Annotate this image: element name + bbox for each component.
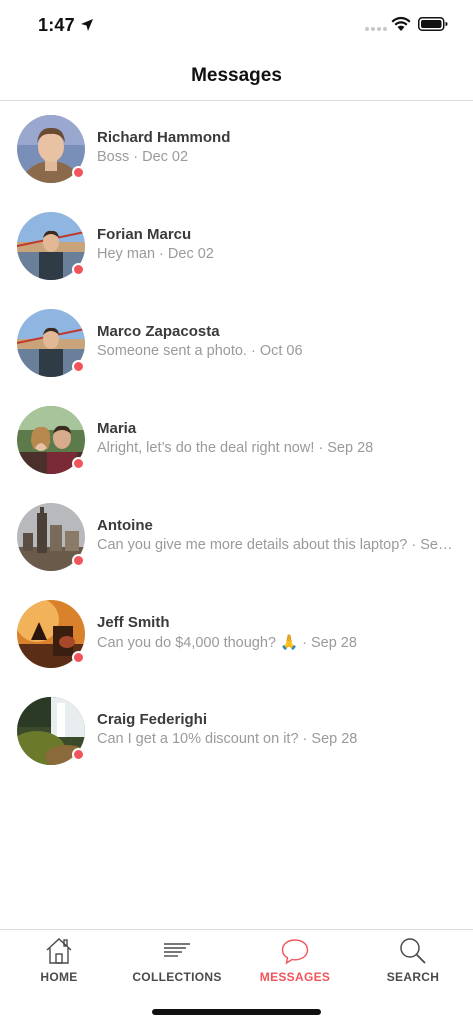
status-time: 1:47 [38, 15, 75, 35]
conversation-preview: Can I get a 10% discount on it? · Sep 28 [97, 731, 358, 747]
online-status-dot [72, 166, 85, 179]
battery-icon [418, 17, 448, 31]
conversation-preview: Can you do $4,000 though? 🙏 · Sep 28 [97, 635, 357, 651]
status-bar: 1:47 [0, 0, 473, 52]
signal-dots-icon [365, 27, 387, 31]
tab-label: HOME [40, 970, 78, 984]
conversation-item[interactable]: Marco Zapacosta Someone sent a photo. · … [0, 295, 473, 392]
conversation-name: Jeff Smith [97, 614, 170, 631]
conversation-preview: Alright, let’s do the deal right now! · … [97, 440, 374, 456]
home-icon [46, 938, 72, 964]
navigation-bar: Messages [0, 52, 473, 101]
online-status-dot [72, 748, 85, 761]
tab-collections[interactable]: COLLECTIONS [118, 930, 236, 994]
conversation-item[interactable]: Forian Marcu Hey man · Dec 02 [0, 198, 473, 295]
conversation-list: Richard Hammond Boss · Dec 02 Forian Mar… [0, 101, 473, 780]
tab-messages[interactable]: MESSAGES [236, 930, 354, 994]
conversation-name: Maria [97, 420, 137, 437]
conversation-item[interactable]: Antoine Can you give me more details abo… [0, 489, 473, 586]
conversation-item[interactable]: Craig Federighi Can I get a 10% discount… [0, 683, 473, 780]
conversation-name: Richard Hammond [97, 129, 231, 146]
location-arrow-icon [81, 19, 93, 31]
page-title: Messages [191, 65, 282, 86]
conversation-item[interactable]: Jeff Smith Can you do $4,000 though? 🙏 ·… [0, 586, 473, 683]
collections-icon [164, 943, 190, 957]
conversation-name: Forian Marcu [97, 226, 192, 243]
tab-label: COLLECTIONS [132, 970, 222, 984]
online-status-dot [72, 263, 85, 276]
conversation-preview: Hey man · Dec 02 [97, 246, 214, 262]
conversation-name: Antoine [97, 517, 153, 534]
tab-search[interactable]: SEARCH [354, 930, 472, 994]
tab-home[interactable]: HOME [0, 930, 118, 994]
wifi-icon [391, 16, 411, 31]
conversation-item[interactable]: Richard Hammond Boss · Dec 02 [0, 101, 473, 198]
online-status-dot [72, 360, 85, 373]
tab-label: MESSAGES [259, 970, 331, 984]
conversation-preview: Can you give me more details about this … [97, 537, 459, 553]
search-icon [400, 938, 426, 964]
online-status-dot [72, 651, 85, 664]
conversation-name: Craig Federighi [97, 711, 208, 728]
conversation-preview: Boss · Dec 02 [97, 149, 189, 165]
conversation-item[interactable]: Maria Alright, let’s do the deal right n… [0, 392, 473, 489]
conversation-preview: Someone sent a photo. · Oct 06 [97, 343, 303, 359]
conversation-name: Marco Zapacosta [97, 323, 220, 340]
online-status-dot [72, 554, 85, 567]
chat-bubble-icon [281, 939, 309, 965]
home-indicator[interactable] [152, 1009, 321, 1015]
tab-label: SEARCH [386, 970, 440, 984]
online-status-dot [72, 457, 85, 470]
